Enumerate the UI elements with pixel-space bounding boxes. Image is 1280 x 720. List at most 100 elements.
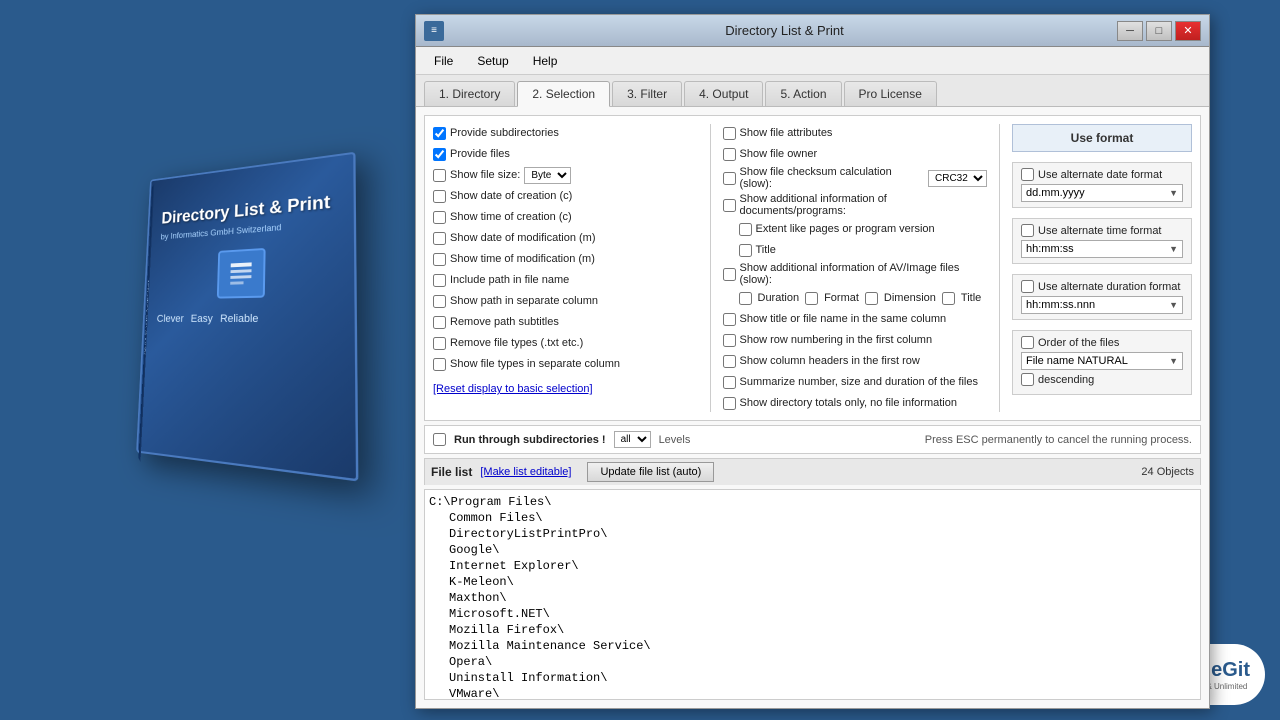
time-modification-checkbox[interactable] [433, 253, 446, 266]
make-editable-link[interactable]: [Make list editable] [480, 466, 571, 478]
title-bar: ≡ Directory List & Print ─ □ ✕ [416, 15, 1209, 47]
include-path-checkbox[interactable] [433, 274, 446, 287]
order-files-value: File name NATURAL [1026, 355, 1128, 367]
extent-pages-checkbox[interactable] [739, 223, 752, 236]
show-additional-docs-checkbox[interactable] [723, 199, 736, 212]
provide-files-checkbox[interactable] [433, 148, 446, 161]
show-additional-av-label: Show additional information of AV/Image … [740, 262, 988, 286]
update-file-list-button[interactable]: Update file list (auto) [587, 462, 714, 482]
descending-checkbox[interactable] [1021, 373, 1034, 386]
file-list-content[interactable]: C:\Program Files\Common Files\DirectoryL… [424, 489, 1201, 700]
remove-file-types-checkbox[interactable] [433, 337, 446, 350]
checksum-type-select[interactable]: CRC32 MD5 [928, 170, 987, 187]
show-filesize-checkbox[interactable] [433, 169, 446, 182]
show-file-owner-label: Show file owner [740, 148, 818, 160]
order-files-checkbox[interactable] [1021, 336, 1034, 349]
date-modification-checkbox[interactable] [433, 232, 446, 245]
menu-file[interactable]: File [424, 51, 463, 71]
alt-time-format-input[interactable]: hh:mm:ss ▼ [1021, 240, 1183, 258]
descending-label: descending [1038, 374, 1094, 386]
alt-time-format-checkbox[interactable] [1021, 224, 1034, 237]
file-list-item: Mozilla Firefox\ [429, 622, 1196, 638]
show-additional-av-checkbox[interactable] [723, 268, 736, 281]
option-title-docs: Title [739, 241, 988, 259]
tab-pro-license[interactable]: Pro License [844, 81, 937, 106]
show-additional-docs-label: Show additional information of documents… [740, 193, 988, 217]
box-visual: Directory List & Print Directory List & … [136, 152, 358, 482]
show-title-filename-checkbox[interactable] [723, 313, 736, 326]
alt-date-format-checkbox[interactable] [1021, 168, 1034, 181]
alt-duration-format-checkbox[interactable] [1021, 280, 1034, 293]
levels-label: Levels [659, 434, 691, 446]
show-col-headers-checkbox[interactable] [723, 355, 736, 368]
window-controls: ─ □ ✕ [1117, 21, 1201, 41]
alt-duration-format-input[interactable]: hh:mm:ss.nnn ▼ [1021, 296, 1183, 314]
alt-date-format-value: dd.mm.yyyy [1026, 187, 1085, 199]
title-av-checkbox[interactable] [942, 292, 955, 305]
box-icon [217, 248, 266, 299]
format-checkbox[interactable] [805, 292, 818, 305]
show-path-sep-checkbox[interactable] [433, 295, 446, 308]
order-files-input[interactable]: File name NATURAL ▼ [1021, 352, 1183, 370]
maximize-button[interactable]: □ [1146, 21, 1172, 41]
date-creation-checkbox[interactable] [433, 190, 446, 203]
show-path-sep-label: Show path in separate column [450, 295, 598, 307]
time-creation-checkbox[interactable] [433, 211, 446, 224]
title-av-label: Title [961, 292, 981, 304]
summarize-checkbox[interactable] [723, 376, 736, 389]
option-show-file-owner: Show file owner [723, 145, 988, 163]
options-left-col: Provide subdirectories Provide files Sho… [433, 124, 698, 412]
option-show-additional-av: Show additional information of AV/Image … [723, 262, 988, 286]
alt-time-format-value: hh:mm:ss [1026, 243, 1074, 255]
reset-link[interactable]: [Reset display to basic selection] [433, 381, 593, 397]
run-through-subdirs-label: Run through subdirectories ! [454, 434, 606, 446]
provide-subdirs-label: Provide subdirectories [450, 127, 559, 139]
duration-label: Duration [758, 292, 800, 304]
menu-setup[interactable]: Setup [467, 51, 518, 71]
file-list-item: Maxthon\ [429, 590, 1196, 606]
tab-filter[interactable]: 3. Filter [612, 81, 682, 106]
show-file-types-sep-checkbox[interactable] [433, 358, 446, 371]
show-file-attrs-checkbox[interactable] [723, 127, 736, 140]
extent-pages-label: Extent like pages or program version [756, 223, 935, 235]
remove-path-subtitles-checkbox[interactable] [433, 316, 446, 329]
title-docs-checkbox[interactable] [739, 244, 752, 257]
file-list-item: C:\Program Files\ [429, 494, 1196, 510]
file-list-header: File list [Make list editable] Update fi… [424, 458, 1201, 485]
provide-subdirs-checkbox[interactable] [433, 127, 446, 140]
show-filesize-label: Show file size: [450, 169, 520, 181]
show-row-numbering-checkbox[interactable] [723, 334, 736, 347]
alt-date-format-group: Use alternate date format dd.mm.yyyy ▼ [1012, 162, 1192, 208]
use-format-label: Use format [1021, 131, 1183, 145]
close-button[interactable]: ✕ [1175, 21, 1201, 41]
show-dir-totals-checkbox[interactable] [723, 397, 736, 410]
option-show-path-sep: Show path in separate column [433, 292, 698, 310]
provide-files-label: Provide files [450, 148, 510, 160]
window-title: Directory List & Print [452, 23, 1117, 38]
menu-help[interactable]: Help [523, 51, 568, 71]
run-through-subdirs-checkbox[interactable] [433, 433, 446, 446]
tab-output[interactable]: 4. Output [684, 81, 763, 106]
filesize-unit-select[interactable]: Byte KB MB [524, 167, 571, 184]
show-dir-totals-label: Show directory totals only, no file info… [740, 397, 957, 409]
date-modification-label: Show date of modification (m) [450, 232, 596, 244]
tab-selection[interactable]: 2. Selection [517, 81, 610, 107]
dimension-checkbox[interactable] [865, 292, 878, 305]
esc-note: Press ESC permanently to cancel the runn… [925, 434, 1192, 446]
format-label: Format [824, 292, 859, 304]
duration-checkbox[interactable] [739, 292, 752, 305]
file-list-item: DirectoryListPrintPro\ [429, 526, 1196, 542]
option-remove-file-types: Remove file types (.txt etc.) [433, 334, 698, 352]
show-checksum-checkbox[interactable] [723, 172, 736, 185]
option-show-checksum: Show file checksum calculation (slow): C… [723, 166, 988, 190]
alt-date-format-input[interactable]: dd.mm.yyyy ▼ [1021, 184, 1183, 202]
box-tagline: CleverEasyReliable [157, 312, 338, 325]
minimize-button[interactable]: ─ [1117, 21, 1143, 41]
tab-action[interactable]: 5. Action [765, 81, 841, 106]
date-creation-label: Show date of creation (c) [450, 190, 572, 202]
option-time-modification: Show time of modification (m) [433, 250, 698, 268]
show-file-owner-checkbox[interactable] [723, 148, 736, 161]
alt-date-format-label: Use alternate date format [1038, 169, 1162, 181]
levels-select[interactable]: all 1 2 3 [614, 431, 651, 448]
tab-directory[interactable]: 1. Directory [424, 81, 515, 106]
